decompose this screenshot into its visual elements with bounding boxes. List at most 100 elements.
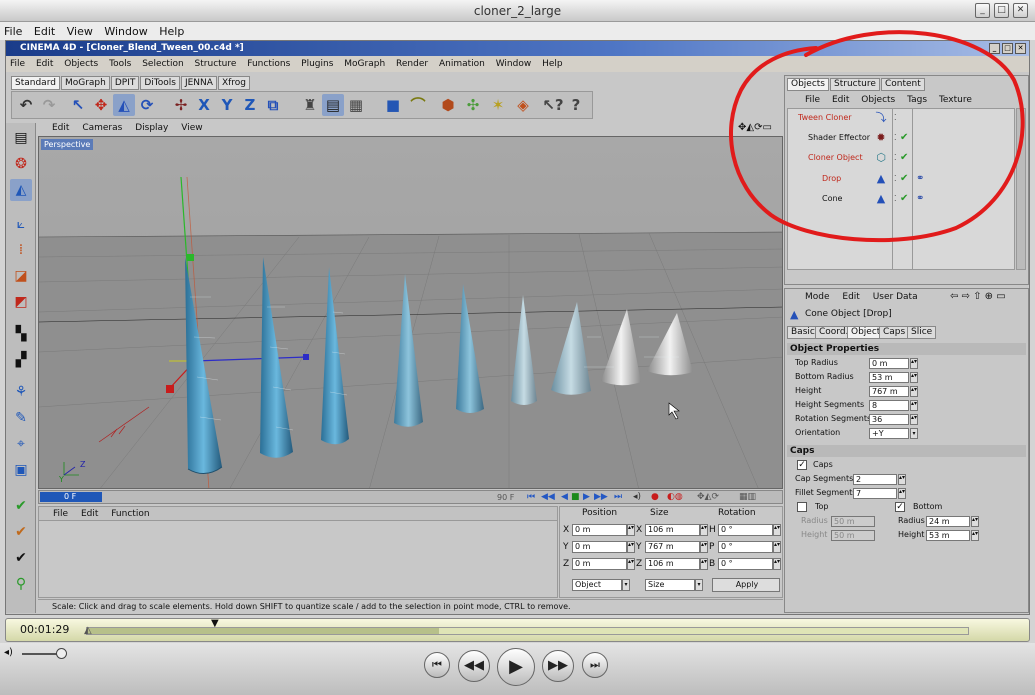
close-icon[interactable]: ✕ [1013,3,1028,18]
deformer-icon[interactable]: ✶ [487,94,509,116]
fillet-segments-spinner[interactable]: ▴▾ [898,488,906,499]
height-segments-spinner[interactable]: ▴▾ [910,400,918,411]
attributes-menu-edit[interactable]: Edit [842,292,869,302]
visibility-dots-icon[interactable]: ⁚ [894,190,897,208]
position-y-spinner[interactable]: ▴▾ [627,541,635,553]
workplane-icon[interactable]: ▣ [10,459,32,481]
c4d-menu-item[interactable]: Help [538,56,567,72]
timeline-manager[interactable]: File Edit Function [38,506,558,598]
position-y-field[interactable]: 0 m [572,541,627,553]
help-query-icon[interactable]: ↖? [542,94,564,116]
size-mode-arrow-icon[interactable]: ▾ [695,579,703,591]
bottom-fillet-height-field[interactable]: 53 m [926,530,970,541]
player-menu-file[interactable]: File [0,22,26,39]
tab-content[interactable]: Content [881,78,925,91]
enabled-check-icon[interactable]: ✔ [900,129,908,147]
attributes-nav-icons[interactable]: ⇦ ⇨ ⇧ ⊕ ▭ [950,290,1016,304]
tab-xfrog[interactable]: Xfrog [217,76,250,90]
autokey-icon[interactable]: ◐◍ [667,492,683,503]
enabled-check-icon[interactable]: ✔ [900,149,908,167]
position-z-spinner[interactable]: ▴▾ [627,558,635,570]
cap-segments-spinner[interactable]: ▴▾ [898,474,906,485]
redo-icon[interactable]: ↷ [38,94,60,116]
rotation-segments-field[interactable]: 36 [869,414,909,425]
seek-bar[interactable]: 00:01:29 ▼ ◭ [5,618,1030,642]
object-list-scrollbar[interactable] [1016,108,1026,270]
fcurve-menu-edit[interactable]: Edit [76,507,103,521]
tab-ditools[interactable]: DiTools [140,76,180,90]
objects-menu-tags[interactable]: Tags [907,95,936,105]
objects-menu-file[interactable]: File [805,95,829,105]
live-selection-icon[interactable]: ↖ [67,94,89,116]
object-drop[interactable]: Drop [822,170,841,188]
x-axis-icon[interactable]: X [193,94,215,116]
tab-jenna[interactable]: JENNA [180,76,217,90]
c4d-menu-item[interactable]: Edit [32,56,57,72]
use-polygon-icon[interactable]: ◩ [10,291,32,313]
c4d-menu-item[interactable]: MoGraph [340,56,389,72]
enabled-check-icon[interactable]: ✔ [900,190,908,208]
list-item[interactable]: Cone ▲ ⁚ ✔ ⚭ [788,190,1014,208]
player-menu-help[interactable]: Help [155,22,188,39]
use-texture-icon[interactable]: ⟀ [10,213,32,235]
key-move-icon[interactable]: ✥◭⟳ [697,492,719,503]
tab-slice[interactable]: Slice [907,326,937,339]
c4d-minimize-icon[interactable]: _ [989,43,1000,54]
object-tween-cloner[interactable]: Tween Cloner [798,109,852,127]
viewport-menu-edit[interactable]: Edit [38,121,74,135]
attributes-menu-userdata[interactable]: User Data [873,292,928,302]
rotation-b-spinner[interactable]: ▴▾ [773,558,781,570]
scene-icon[interactable]: ◈ [512,94,534,116]
c4d-menu-item[interactable]: Functions [243,56,294,72]
size-z-field[interactable]: 106 m [645,558,700,570]
player-menu-view[interactable]: View [63,22,97,39]
scale-icon[interactable]: ◭ [113,94,135,116]
key-options-icon[interactable]: ▦▥ [739,492,756,503]
top-radius-spinner[interactable]: ▴▾ [910,358,918,369]
size-y-field[interactable]: 767 m [645,541,700,553]
rewind-button[interactable]: ◀◀ [458,650,490,682]
list-item[interactable]: Cloner Object ⬡ ⁚ ✔ [788,149,1014,167]
fast-forward-button[interactable]: ▶▶ [542,650,574,682]
object-cone[interactable]: Cone [822,190,842,208]
paint-icon[interactable]: ✎ [10,407,32,429]
goto-start-icon[interactable]: ⏮ [527,492,535,503]
play-back-icon[interactable]: ◀ [561,492,568,503]
list-item[interactable]: Shader Effector ✹ ⁚ ✔ [788,129,1014,147]
tab-structure[interactable]: Structure [830,78,880,91]
position-z-field[interactable]: 0 m [572,558,627,570]
viewport-menu-view[interactable]: View [176,121,207,135]
volume-knob[interactable] [56,648,67,659]
cap-segments-field[interactable]: 2 [853,474,897,485]
size-y-spinner[interactable]: ▴▾ [700,541,708,553]
enabled-check-icon[interactable]: ✔ [900,170,908,188]
player-menu-window[interactable]: Window [100,22,151,39]
size-x-spinner[interactable]: ▴▾ [700,524,708,536]
visibility-dots-icon[interactable]: ⁚ [894,149,897,167]
c4d-menu-item[interactable]: Tools [105,56,135,72]
record-icon[interactable]: ● [651,492,659,503]
viewport-menu-cameras[interactable]: Cameras [77,121,127,135]
height-spinner[interactable]: ▴▾ [910,386,918,397]
use-model-icon[interactable]: ▤ [10,127,32,149]
render-settings-icon[interactable]: ▦ [345,94,367,116]
rotation-p-spinner[interactable]: ▴▾ [773,541,781,553]
c4d-menu-item[interactable]: Selection [138,56,187,72]
help-icon[interactable]: ? [565,94,587,116]
undo-icon[interactable]: ↶ [15,94,37,116]
fcurve-menu-function[interactable]: Function [106,507,154,521]
render-view-icon[interactable]: ♜ [299,94,321,116]
list-item[interactable]: Tween Cloner ⤵ ⁚ [788,109,1014,127]
phong-tag-icon[interactable]: ⚭ [916,190,924,208]
height-field[interactable]: 767 m [869,386,909,397]
c4d-menu-item[interactable]: Window [492,56,536,72]
objects-menu-edit[interactable]: Edit [832,95,858,105]
coordinate-system-icon[interactable]: ⧉ [262,94,284,116]
3d-viewport[interactable]: Y Z Perspective [38,136,783,489]
orientation-arrow-icon[interactable]: ▾ [910,428,918,439]
goto-end-icon[interactable]: ⏭ [614,492,622,503]
tab-standard[interactable]: Standard [11,76,60,90]
start-marker-icon[interactable]: ◭ [84,625,92,636]
coord-mode-select[interactable]: Object [572,579,622,591]
rotation-h-spinner[interactable]: ▴▾ [773,524,781,536]
